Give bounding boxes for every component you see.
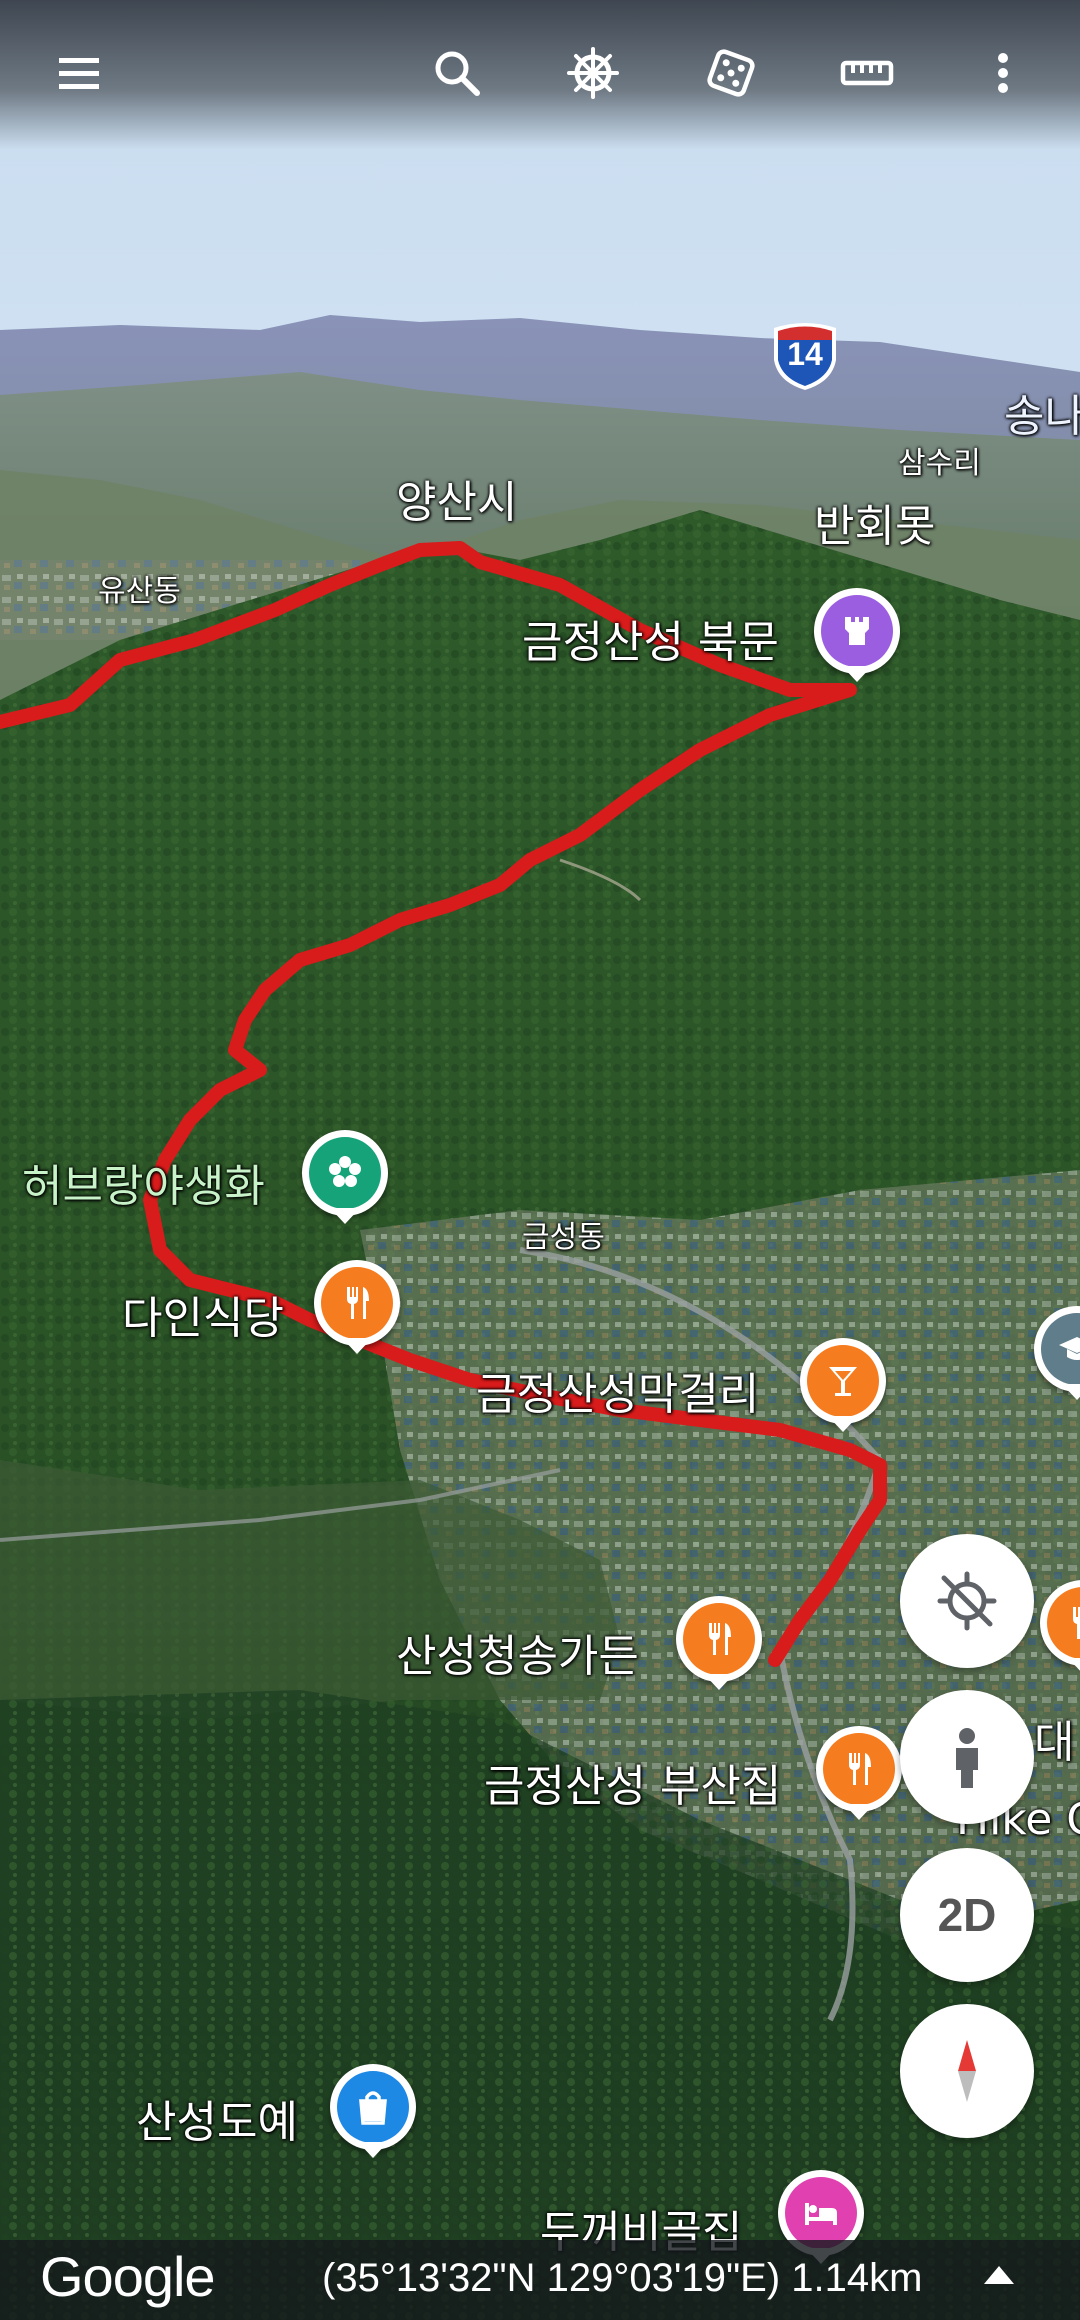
- poi-pin-herb[interactable]: [302, 1130, 388, 1224]
- my-location-button[interactable]: [900, 1534, 1034, 1668]
- more-vert-icon: [998, 53, 1008, 93]
- map-3d-view[interactable]: 14 양산시 송나 삼수리 반회못 유산동 금성동 Hike C 대 금정산성 …: [0, 0, 1080, 2320]
- poi-label-cheongsong[interactable]: 산성청송가든: [396, 1620, 639, 1684]
- google-logo: Google: [40, 2245, 216, 2308]
- bar-icon: [807, 1345, 879, 1417]
- view-mode-label: 2D: [937, 1889, 997, 1941]
- top-toolbar: [0, 0, 1080, 150]
- poi-pin-dovye[interactable]: [330, 2064, 416, 2158]
- flower-icon: [309, 1137, 381, 1209]
- measure-ruler-icon: [840, 60, 894, 86]
- restaurant-icon: [683, 1603, 755, 1675]
- feeling-lucky-dice-icon: [707, 49, 755, 97]
- voyager-wheel-icon: [567, 47, 619, 99]
- restaurant-icon: [823, 1733, 895, 1805]
- view-mode-toggle-button[interactable]: 2D: [900, 1848, 1034, 1982]
- place-label-banhoemot: 반회못: [814, 501, 936, 552]
- poi-label-busanjip[interactable]: 금정산성 부산집: [484, 1750, 781, 1814]
- restaurant-icon: [321, 1267, 393, 1339]
- search-icon: [435, 51, 480, 96]
- poi-label-dain[interactable]: 다인식당: [122, 1282, 284, 1346]
- voyager-button[interactable]: [548, 28, 638, 118]
- compass-button[interactable]: [900, 2004, 1034, 2138]
- poi-label-north-gate[interactable]: 금정산성 북문: [522, 606, 779, 670]
- street-view-pegman-icon: [956, 1728, 978, 1788]
- poi-pin-north-gate[interactable]: [814, 588, 900, 682]
- street-view-button[interactable]: [900, 1690, 1034, 1824]
- search-button[interactable]: [412, 28, 502, 118]
- place-label-samsuri: 삼수리: [898, 446, 981, 481]
- poi-label-dovye[interactable]: 산성도예: [136, 2086, 298, 2150]
- place-label-yangsan: 양산시: [396, 477, 518, 528]
- restaurant-icon: [1047, 1587, 1080, 1659]
- shopping-bag-icon: [337, 2071, 409, 2143]
- school-icon: [1041, 1313, 1080, 1385]
- place-label-geumseongdong: 금성동: [522, 1220, 605, 1255]
- feeling-lucky-button[interactable]: [686, 28, 776, 118]
- place-label-dae-partial: 대: [1034, 1717, 1075, 1768]
- castle-icon: [821, 595, 893, 667]
- poi-pin-dain[interactable]: [314, 1260, 400, 1354]
- poi-label-makgeolli[interactable]: 금정산성막걸리: [476, 1358, 759, 1422]
- measure-button[interactable]: [822, 28, 912, 118]
- highway-number: 14: [787, 336, 823, 372]
- poi-pin-busanjip[interactable]: [816, 1726, 902, 1820]
- menu-button[interactable]: [34, 28, 124, 118]
- place-label-songna: 송나: [1004, 391, 1080, 442]
- poi-pin-cheongsong[interactable]: [676, 1596, 762, 1690]
- more-options-button[interactable]: [958, 28, 1048, 118]
- menu-icon: [59, 58, 99, 89]
- poi-pin-makgeolli[interactable]: [800, 1338, 886, 1432]
- location-off-icon: [937, 1571, 997, 1631]
- bottom-status-bar: Google (35°13'32"N 129°03'19"E) 1.14km: [0, 2240, 1080, 2320]
- compass-icon: [958, 2040, 976, 2102]
- expand-up-icon[interactable]: [984, 2266, 1014, 2284]
- place-label-yusandong: 유산동: [98, 574, 181, 609]
- poi-label-herb[interactable]: 허브랑야생화: [22, 1150, 265, 1214]
- coordinates-readout: (35°13'32"N 129°03'19"E) 1.14km: [322, 2256, 923, 2300]
- lodging-bed-icon: [785, 2177, 857, 2249]
